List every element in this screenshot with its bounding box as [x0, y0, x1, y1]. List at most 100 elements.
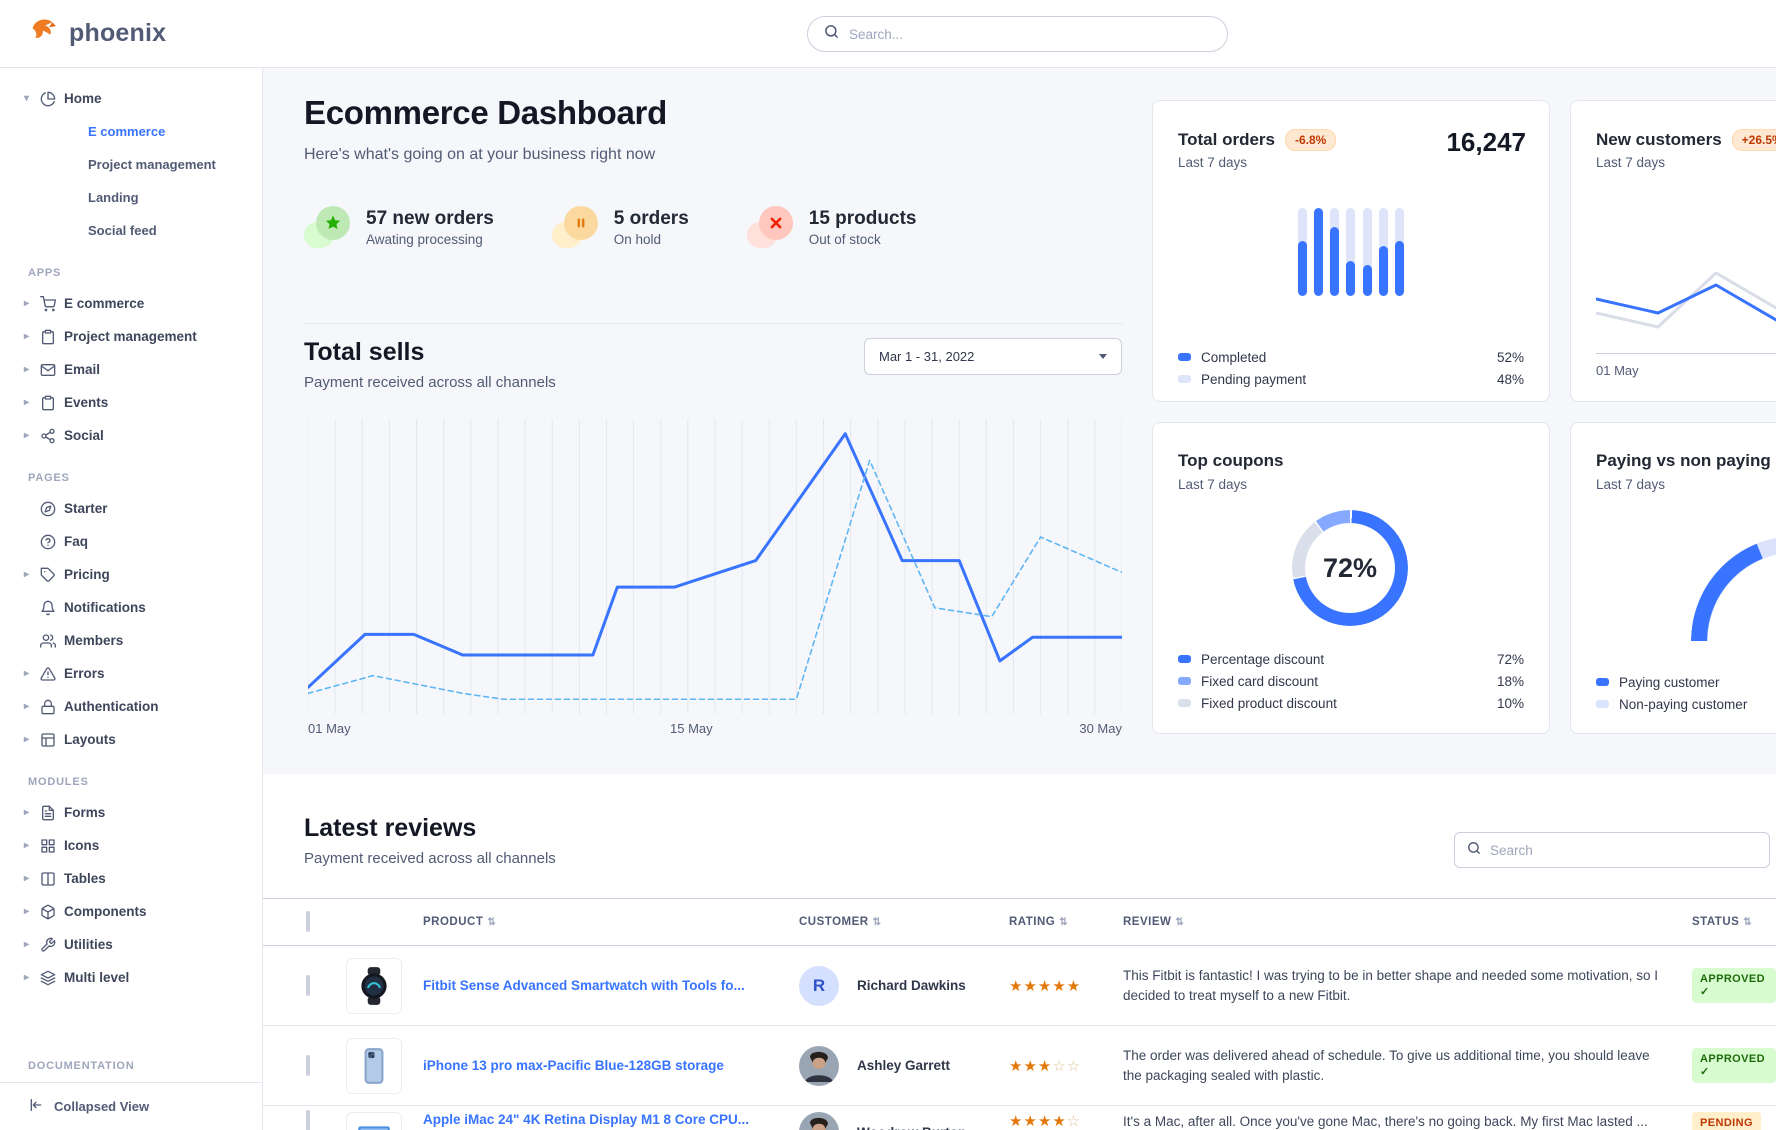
caret-right-icon: ▸ [24, 906, 40, 917]
customer-name: Richard Dawkins [857, 978, 966, 993]
chevron-down-icon [1099, 354, 1107, 359]
column-header-status[interactable]: STATUS⇅ [1692, 916, 1776, 928]
lock-icon [40, 699, 64, 715]
sidebar-item-social[interactable]: ▸Social [0, 419, 262, 452]
sidebar-item-label: E commerce [64, 296, 144, 311]
sidebar-item-layouts[interactable]: ▸ Layouts [0, 723, 262, 756]
sidebar-item-project-management[interactable]: ▸Project management [0, 320, 262, 353]
select-all-checkbox[interactable] [306, 911, 310, 932]
stat-label: Awating processing [366, 232, 494, 247]
sidebar-item-label: Tables [64, 871, 106, 886]
brand-logo[interactable]: phoenix [28, 15, 166, 51]
sidebar-item-email[interactable]: ▸Email [0, 353, 262, 386]
sidebar-item-tables[interactable]: ▸Tables [0, 862, 262, 895]
stat-value: 15 products [809, 208, 917, 230]
column-header-rating[interactable]: RATING⇅ [1009, 916, 1123, 928]
column-header-customer[interactable]: CUSTOMER⇅ [799, 916, 1009, 928]
sort-icon: ⇅ [1059, 917, 1068, 928]
sidebar-item-pricing[interactable]: ▸Pricing [0, 558, 262, 591]
product-image [346, 958, 402, 1014]
reviews-search[interactable] [1454, 832, 1770, 868]
top-coupons-card: Top coupons Last 7 days 72% Percentage d… [1152, 422, 1550, 734]
product-link[interactable]: iPhone 13 pro max-Pacific Blue-128GB sto… [423, 1058, 799, 1073]
phoenix-bird-icon [28, 15, 59, 51]
sidebar-item-authentication[interactable]: ▸Authentication [0, 690, 262, 723]
sidebar-item-multi-level[interactable]: ▸Multi level [0, 961, 262, 994]
caret-right-icon: ▸ [24, 734, 40, 745]
x-tick: 01 May [1596, 363, 1639, 378]
column-header-product[interactable]: PRODUCT⇅ [423, 916, 799, 928]
search-icon [824, 24, 839, 44]
mail-icon [40, 362, 64, 378]
sidebar-item-label: Faq [64, 534, 88, 549]
card-title: Total orders [1178, 130, 1275, 150]
row-checkbox[interactable] [306, 975, 310, 996]
global-search-input[interactable] [849, 27, 1211, 42]
sidebar-item-notifications[interactable]: Notifications [0, 591, 262, 624]
sidebar-item-label: Project management [64, 329, 197, 344]
sidebar-item-icons[interactable]: ▸Icons [0, 829, 262, 862]
row-checkbox[interactable] [306, 1055, 310, 1076]
collapse-view-button[interactable]: Collapsed View [28, 1097, 262, 1116]
sidebar-item-label: Layouts [64, 732, 116, 747]
sidebar-subitem-social-feed[interactable]: Social feed [0, 214, 262, 247]
customer-name: Ashley Garrett [857, 1058, 950, 1073]
sidebar-item-components[interactable]: ▸Components [0, 895, 262, 928]
legend-label: Pending payment [1201, 372, 1306, 387]
column-header-review[interactable]: REVIEW⇅ [1123, 916, 1692, 928]
row-checkbox[interactable] [306, 1110, 310, 1130]
sidebar-item-faq[interactable]: Faq [0, 525, 262, 558]
sidebar-item-label: Utilities [64, 937, 113, 952]
clipboard-icon [40, 329, 64, 345]
status-badge: APPROVED ✓ [1692, 1048, 1776, 1083]
caret-right-icon: ▸ [24, 668, 40, 679]
sidebar-item-e-commerce[interactable]: ▸E commerce [0, 287, 262, 320]
legend-label: Fixed product discount [1201, 696, 1337, 711]
global-search[interactable] [807, 16, 1228, 52]
customer-cell: Ashley Garrett [799, 1046, 1009, 1086]
sidebar-item-starter[interactable]: Starter [0, 492, 262, 525]
total-sells-subtitle: Payment received across all channels [304, 374, 556, 391]
sidebar-item-errors[interactable]: ▸Errors [0, 657, 262, 690]
pause-icon [552, 206, 598, 248]
sidebar-subitem-project-management[interactable]: Project management [0, 148, 262, 181]
sidebar-item-label: Members [64, 633, 123, 648]
legend-value: 18% [1497, 674, 1524, 689]
order-bar [1330, 208, 1339, 296]
quick-stats: 57 new ordersAwating processing5 ordersO… [304, 206, 916, 248]
review-text: It's a Mac, after all. Once you've gone … [1123, 1112, 1663, 1130]
sidebar-item-home[interactable]: ▾Home [0, 82, 262, 115]
sidebar-item-label: Multi level [64, 970, 129, 985]
date-range-select[interactable]: Mar 1 - 31, 2022 [864, 338, 1122, 375]
product-link[interactable]: Apple iMac 24" 4K Retina Display M1 8 Co… [423, 1112, 799, 1127]
legend-swatch [1178, 353, 1191, 361]
sidebar-item-utilities[interactable]: ▸Utilities [0, 928, 262, 961]
reviews-search-input[interactable] [1490, 843, 1757, 858]
sidebar-item-members[interactable]: Members [0, 624, 262, 657]
rating-stars: ★★★★☆ [1009, 1112, 1123, 1130]
change-badge: -6.8% [1285, 129, 1336, 151]
order-bar [1363, 208, 1372, 296]
card-period: Last 7 days [1596, 477, 1665, 492]
sidebar-item-forms[interactable]: ▸Forms [0, 796, 262, 829]
sidebar-section-label-documentation: DOCUMENTATION [28, 1060, 135, 1072]
page-subtitle: Here's what's going on at your business … [304, 146, 655, 164]
stat-value: 57 new orders [366, 208, 494, 230]
avatar [799, 1112, 839, 1130]
clipboard-icon [40, 395, 64, 411]
review-text: The order was delivered ahead of schedul… [1123, 1046, 1663, 1085]
product-link[interactable]: Fitbit Sense Advanced Smartwatch with To… [423, 978, 799, 993]
sidebar-item-events[interactable]: ▸Events [0, 386, 262, 419]
sidebar-subitem-landing[interactable]: Landing [0, 181, 262, 214]
legend-value: 10% [1497, 696, 1524, 711]
sidebar-subitem-e-commerce[interactable]: E commerce [0, 115, 262, 148]
caret-right-icon: ▸ [24, 807, 40, 818]
help-circle-icon [40, 534, 64, 550]
legend-item-paying-customer: Paying customer [1596, 672, 1776, 692]
caret-down-icon: ▾ [24, 93, 40, 104]
stat-57-new-orders: 57 new orders Awating processing [304, 206, 494, 248]
review-row: iPhone 13 pro max-Pacific Blue-128GB sto… [263, 1026, 1776, 1106]
legend-item-fixed-card-discount: Fixed card discount18% [1178, 671, 1524, 691]
share-icon [40, 428, 64, 444]
sidebar-item-label: Notifications [64, 600, 146, 615]
